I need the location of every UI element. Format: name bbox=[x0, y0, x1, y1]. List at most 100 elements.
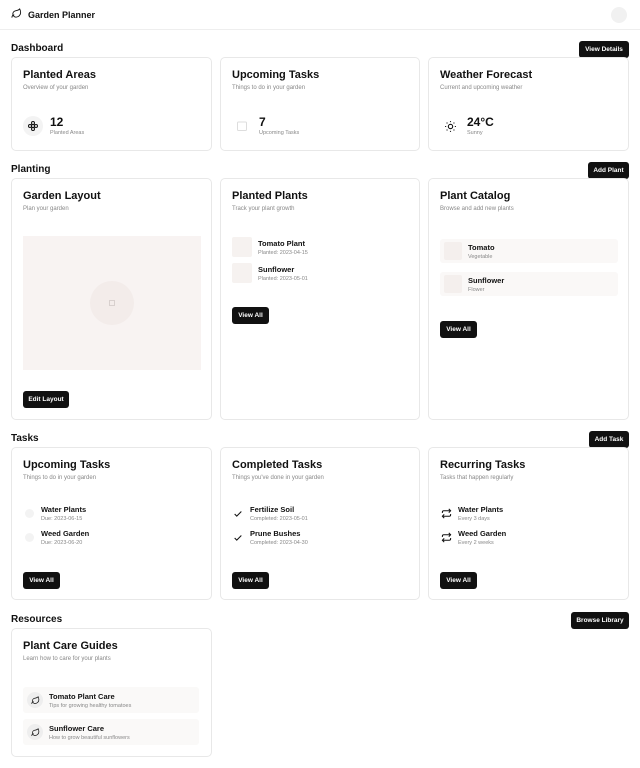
task-placeholder-icon bbox=[23, 532, 35, 544]
task-item[interactable]: Weed Garden Due: 2023-06-20 bbox=[23, 529, 89, 546]
plant-name: Sunflower bbox=[468, 275, 505, 285]
list-item[interactable]: Sunflower Planted: 2023-05-01 bbox=[232, 263, 308, 283]
completed-tasks-card: Completed Tasks Things you've done in yo… bbox=[220, 447, 420, 600]
stat-label: Upcoming Tasks bbox=[259, 130, 300, 136]
weather-card: Weather Forecast Current and upcoming we… bbox=[428, 57, 629, 151]
plant-thumbnail bbox=[444, 242, 462, 260]
card-title: Plant Catalog bbox=[440, 190, 511, 202]
repeat-icon bbox=[440, 508, 452, 520]
task-name: Weed Garden bbox=[41, 529, 90, 538]
image-placeholder-icon bbox=[109, 300, 115, 306]
card-title: Planted Plants bbox=[232, 190, 308, 202]
card-title: Recurring Tasks bbox=[440, 459, 526, 471]
browse-library-button[interactable]: Browse Library bbox=[571, 612, 629, 629]
top-bar: Garden Planner bbox=[0, 0, 640, 30]
plant-care-guides-card: Plant Care Guides Learn how to care for … bbox=[11, 628, 212, 757]
task-item[interactable]: Fertilize Soil Completed: 2023-05-01 bbox=[232, 505, 308, 522]
garden-layout-canvas[interactable] bbox=[23, 236, 201, 370]
card-title: Garden Layout bbox=[23, 190, 101, 202]
card-subtitle: Tasks that happen regularly bbox=[440, 475, 514, 481]
check-icon bbox=[232, 532, 244, 544]
task-item[interactable]: Water Plants Due: 2023-06-15 bbox=[23, 505, 86, 522]
card-title: Weather Forecast bbox=[440, 69, 533, 81]
section-title-dashboard: Dashboard bbox=[11, 43, 64, 54]
section-title-resources: Resources bbox=[11, 614, 63, 625]
leaf-icon bbox=[11, 8, 22, 21]
card-subtitle: Plan your garden bbox=[23, 206, 69, 212]
view-all-catalog-button[interactable]: View All bbox=[440, 321, 477, 338]
plant-detail: Planted: 2023-04-15 bbox=[258, 249, 308, 256]
plant-name: Tomato bbox=[468, 242, 495, 252]
view-details-button[interactable]: View Details bbox=[579, 41, 629, 58]
plant-detail: Planted: 2023-05-01 bbox=[258, 275, 308, 282]
plant-name: Tomato Plant bbox=[258, 238, 305, 248]
catalog-item[interactable]: Tomato Vegetable bbox=[440, 239, 618, 263]
leaf-icon bbox=[27, 692, 43, 708]
stat-label: Planted Areas bbox=[50, 130, 85, 136]
card-title: Plant Care Guides bbox=[23, 640, 118, 652]
card-subtitle: Overview of your garden bbox=[23, 85, 89, 91]
avatar[interactable] bbox=[611, 7, 627, 23]
garden-layout-card: Garden Layout Plan your garden Edit Layo… bbox=[11, 178, 212, 420]
task-detail: Due: 2023-06-15 bbox=[41, 516, 83, 522]
card-title: Upcoming Tasks bbox=[232, 69, 320, 81]
section-title-planting: Planting bbox=[11, 164, 51, 175]
plant-type: Vegetable bbox=[468, 253, 493, 260]
stat-value: 7 bbox=[259, 115, 266, 129]
guide-item[interactable]: Tomato Plant Care Tips for growing healt… bbox=[23, 687, 199, 713]
plant-type: Flower bbox=[468, 286, 485, 293]
add-task-button[interactable]: Add Task bbox=[589, 431, 629, 448]
card-subtitle: Current and upcoming weather bbox=[440, 85, 523, 91]
plant-catalog-card: Plant Catalog Browse and add new plants … bbox=[428, 178, 629, 420]
app-title: Garden Planner bbox=[28, 9, 96, 20]
plant-thumbnail bbox=[444, 275, 462, 293]
card-subtitle: Things to do in your garden bbox=[23, 475, 97, 481]
catalog-item[interactable]: Sunflower Flower bbox=[440, 272, 618, 296]
task-item[interactable]: Weed Garden Every 2 weeks bbox=[440, 529, 506, 546]
plant-name: Sunflower bbox=[258, 264, 295, 274]
planted-areas-card: Planted Areas Overview of your garden 12… bbox=[11, 57, 212, 151]
card-subtitle: Browse and add new plants bbox=[440, 206, 514, 212]
leaf-icon bbox=[27, 724, 43, 740]
plant-thumbnail bbox=[232, 263, 252, 283]
stat-value: 24°C bbox=[467, 115, 494, 129]
card-title: Planted Areas bbox=[23, 69, 96, 81]
check-icon bbox=[232, 508, 244, 520]
guide-description: Tips for growing healthy tomatoes bbox=[49, 702, 132, 709]
guide-title: Tomato Plant Care bbox=[49, 691, 115, 701]
stat-value: 12 bbox=[50, 115, 64, 129]
plant-thumbnail bbox=[232, 237, 252, 257]
view-all-plants-button[interactable]: View All bbox=[232, 307, 269, 324]
view-all-completed-button[interactable]: View All bbox=[232, 572, 269, 589]
task-name: Water Plants bbox=[458, 505, 504, 514]
upcoming-tasks-summary-card: Upcoming Tasks Things to do in your gard… bbox=[220, 57, 420, 151]
section-title-tasks: Tasks bbox=[11, 433, 39, 444]
guide-title: Sunflower Care bbox=[49, 723, 105, 733]
task-item[interactable]: Prune Bushes Completed: 2023-04-30 bbox=[232, 529, 308, 546]
card-title: Completed Tasks bbox=[232, 459, 323, 471]
card-subtitle: Learn how to care for your plants bbox=[23, 656, 111, 662]
task-name: Prune Bushes bbox=[250, 529, 301, 538]
task-placeholder-icon bbox=[23, 508, 35, 520]
brand[interactable]: Garden Planner bbox=[11, 8, 95, 21]
task-detail: Completed: 2023-04-30 bbox=[250, 540, 308, 546]
guide-item[interactable]: Sunflower Care How to grow beautiful sun… bbox=[23, 719, 199, 745]
calendar-icon bbox=[232, 116, 252, 136]
task-detail: Every 2 weeks bbox=[458, 540, 494, 546]
task-name: Fertilize Soil bbox=[250, 505, 295, 514]
view-all-recurring-button[interactable]: View All bbox=[440, 572, 477, 589]
layout-placeholder bbox=[90, 281, 134, 325]
card-title: Upcoming Tasks bbox=[23, 459, 111, 471]
guide-description: How to grow beautiful sunflowers bbox=[49, 734, 130, 741]
edit-layout-button[interactable]: Edit Layout bbox=[23, 391, 69, 408]
list-item[interactable]: Tomato Plant Planted: 2023-04-15 bbox=[232, 237, 308, 257]
flower-icon bbox=[23, 116, 43, 136]
card-subtitle: Things to do in your garden bbox=[232, 85, 306, 91]
sun-icon bbox=[440, 116, 460, 136]
add-plant-button[interactable]: Add Plant bbox=[588, 162, 629, 179]
card-subtitle: Things you've done in your garden bbox=[232, 475, 324, 481]
task-name: Water Plants bbox=[41, 505, 87, 514]
view-all-upcoming-button[interactable]: View All bbox=[23, 572, 60, 589]
repeat-icon bbox=[440, 532, 452, 544]
task-item[interactable]: Water Plants Every 3 days bbox=[440, 505, 503, 522]
